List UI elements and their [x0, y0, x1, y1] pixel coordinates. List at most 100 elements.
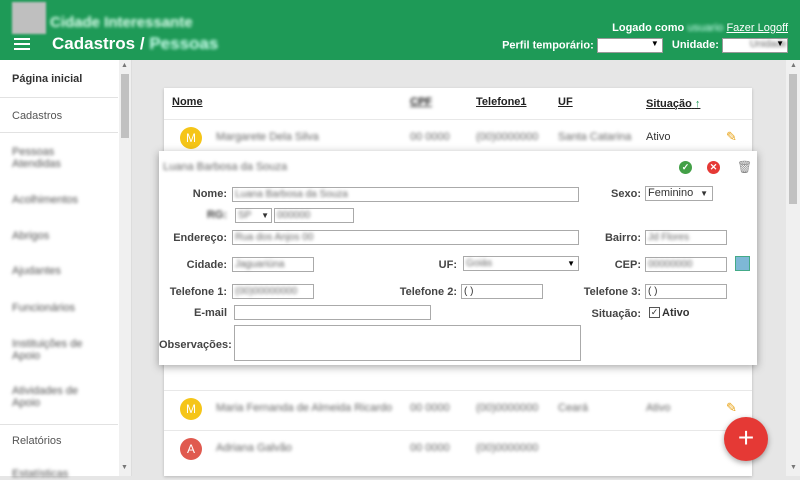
perfil-select[interactable]: ▼: [596, 38, 663, 53]
sidebar-scrollbar[interactable]: ▲ ▼: [119, 60, 131, 476]
cep-input[interactable]: 00000000: [645, 257, 727, 272]
header-uf[interactable]: UF: [558, 96, 573, 108]
header-situacao[interactable]: Situação ↑: [646, 98, 700, 110]
cep-input-value: 00000000: [648, 259, 693, 270]
logoff-link[interactable]: Fazer Logoff: [726, 22, 788, 34]
nome-input-value: Luana Barbosa da Souza: [235, 189, 348, 200]
email-input[interactable]: [234, 305, 431, 320]
endereco-label: Endereço:: [173, 232, 227, 244]
cep-lookup-icon[interactable]: [735, 256, 750, 271]
row-situacao: Ativo: [646, 402, 671, 414]
unidade-label: Unidade:: [671, 39, 719, 52]
divider: [0, 97, 118, 98]
chevron-down-icon: ▼: [567, 259, 575, 268]
sidebar-item-instituicoes[interactable]: Instituições de Apoio: [12, 338, 92, 362]
scroll-up-icon[interactable]: ▲: [121, 62, 128, 69]
sidebar-item-acolhimentos[interactable]: Acolhimentos: [12, 194, 78, 206]
sidebar-item-atividades[interactable]: Atividades de Apoio: [12, 385, 92, 409]
add-person-button[interactable]: +: [724, 417, 768, 461]
sidebar-item-funcionarios[interactable]: Funcionários: [12, 302, 75, 314]
row-telefone: (00)0000000: [476, 402, 539, 414]
header-telefone[interactable]: Telefone1: [476, 96, 527, 108]
endereco-input-value: Rua dos Anjos 00: [235, 232, 314, 243]
situacao-label: Situação:: [591, 308, 641, 320]
sidebar-item-estatisticas[interactable]: Estatísticas: [12, 468, 68, 480]
doc-uf-select[interactable]: SP ▼: [235, 208, 272, 223]
header-situacao-label: Situação: [646, 98, 692, 110]
telefone2-input[interactable]: ( ): [461, 284, 543, 299]
app-header: Cidade Interessante Cadastros / Pessoas …: [0, 0, 800, 60]
bairro-label: Bairro:: [604, 232, 641, 244]
telefone1-input-value: (00)00000000: [235, 286, 298, 297]
telefone1-input[interactable]: (00)00000000: [232, 284, 314, 299]
divider: [0, 132, 118, 133]
observacoes-textarea[interactable]: [234, 325, 581, 361]
row-col2: 00 0000: [410, 442, 450, 454]
header-col2[interactable]: CPF: [410, 96, 432, 108]
sort-up-icon: ↑: [694, 98, 701, 110]
avatar: M: [180, 398, 202, 420]
scroll-down-icon[interactable]: ▼: [790, 464, 797, 471]
situacao-checkbox[interactable]: ✓: [649, 307, 660, 318]
sidebar-item-pessoas[interactable]: Pessoas Atendidas: [12, 146, 82, 170]
telefone3-label: Telefone 3:: [583, 286, 641, 298]
perfil-label: Perfil temporário:: [502, 39, 594, 52]
edit-pencil-icon[interactable]: ✎: [726, 400, 737, 416]
hamburger-menu-icon[interactable]: [14, 38, 30, 50]
uf-select[interactable]: Goiás ▼: [463, 256, 579, 271]
sexo-label: Sexo:: [611, 188, 641, 200]
row-uf: Ceará: [558, 402, 588, 414]
confirm-check-icon[interactable]: ✓: [679, 161, 692, 174]
chevron-down-icon: ▼: [776, 39, 784, 48]
cep-label: CEP:: [614, 259, 641, 271]
sidebar-item-abrigos[interactable]: Abrigos: [12, 230, 49, 242]
uf-select-value: Goiás: [466, 258, 493, 269]
page-title-text: Cadastros /: [52, 34, 145, 53]
table-row[interactable]: A Adriana Galvão 00 0000 (00)0000000: [164, 430, 752, 467]
doc-input[interactable]: 000000: [274, 208, 354, 223]
bairro-input[interactable]: Jd Flores: [645, 230, 727, 245]
unidade-select[interactable]: Unidade ▼: [722, 38, 788, 53]
scroll-down-icon[interactable]: ▼: [121, 464, 128, 471]
sidebar-item-cadastros[interactable]: Cadastros: [12, 110, 62, 122]
sidebar-item-home[interactable]: Página inicial: [12, 73, 82, 85]
row-nome: Maria Fernanda de Almeida Ricardo: [216, 402, 393, 414]
bairro-input-value: Jd Flores: [648, 232, 690, 243]
cancel-x-icon[interactable]: ✕: [707, 161, 720, 174]
logged-user: usuario: [687, 22, 724, 34]
sidebar-item-ajudantes[interactable]: Ajudantes: [12, 265, 61, 277]
user-area: Logado como usuario Fazer Logoff Perfil …: [502, 22, 788, 53]
row-col2: 00 0000: [410, 402, 450, 414]
trash-icon[interactable]: 🗑: [737, 160, 752, 174]
nome-label: Nome:: [192, 188, 227, 200]
cidade-input-value: Jaguariúna: [235, 259, 285, 270]
observacoes-label: Observações:: [159, 339, 232, 351]
sidebar-item-relatorios[interactable]: Relatórios: [12, 435, 62, 447]
avatar: A: [180, 438, 202, 460]
edit-pencil-icon[interactable]: ✎: [726, 129, 737, 145]
telefone3-input[interactable]: ( ): [645, 284, 727, 299]
main-scrollbar[interactable]: ▲ ▼: [786, 60, 800, 476]
scroll-thumb[interactable]: [789, 74, 797, 204]
nome-input[interactable]: Luana Barbosa da Souza: [232, 187, 579, 202]
doc-uf-value: SP: [238, 210, 252, 221]
table-row[interactable]: M Maria Fernanda de Almeida Ricardo 00 0…: [164, 390, 752, 427]
avatar: M: [180, 127, 202, 149]
sexo-select[interactable]: Feminino ▼: [645, 186, 713, 201]
row-nome: Adriana Galvão: [216, 442, 292, 454]
uf-label: UF:: [438, 259, 457, 271]
scroll-thumb[interactable]: [121, 74, 129, 138]
cidade-label: Cidade:: [186, 259, 227, 271]
telefone2-label: Telefone 2:: [399, 286, 457, 298]
header-nome[interactable]: Nome: [172, 96, 203, 108]
page-title-sub: Pessoas: [149, 34, 219, 53]
logged-label: Logado como: [612, 22, 685, 34]
chevron-down-icon: ▼: [261, 211, 269, 220]
chevron-down-icon: ▼: [700, 189, 708, 198]
divider: [0, 424, 118, 425]
endereco-input[interactable]: Rua dos Anjos 00: [232, 230, 579, 245]
scroll-up-icon[interactable]: ▲: [790, 62, 797, 69]
form-title: Luana Barbosa da Souza: [163, 161, 288, 173]
row-telefone: (00)0000000: [476, 442, 539, 454]
cidade-input[interactable]: Jaguariúna: [232, 257, 314, 272]
